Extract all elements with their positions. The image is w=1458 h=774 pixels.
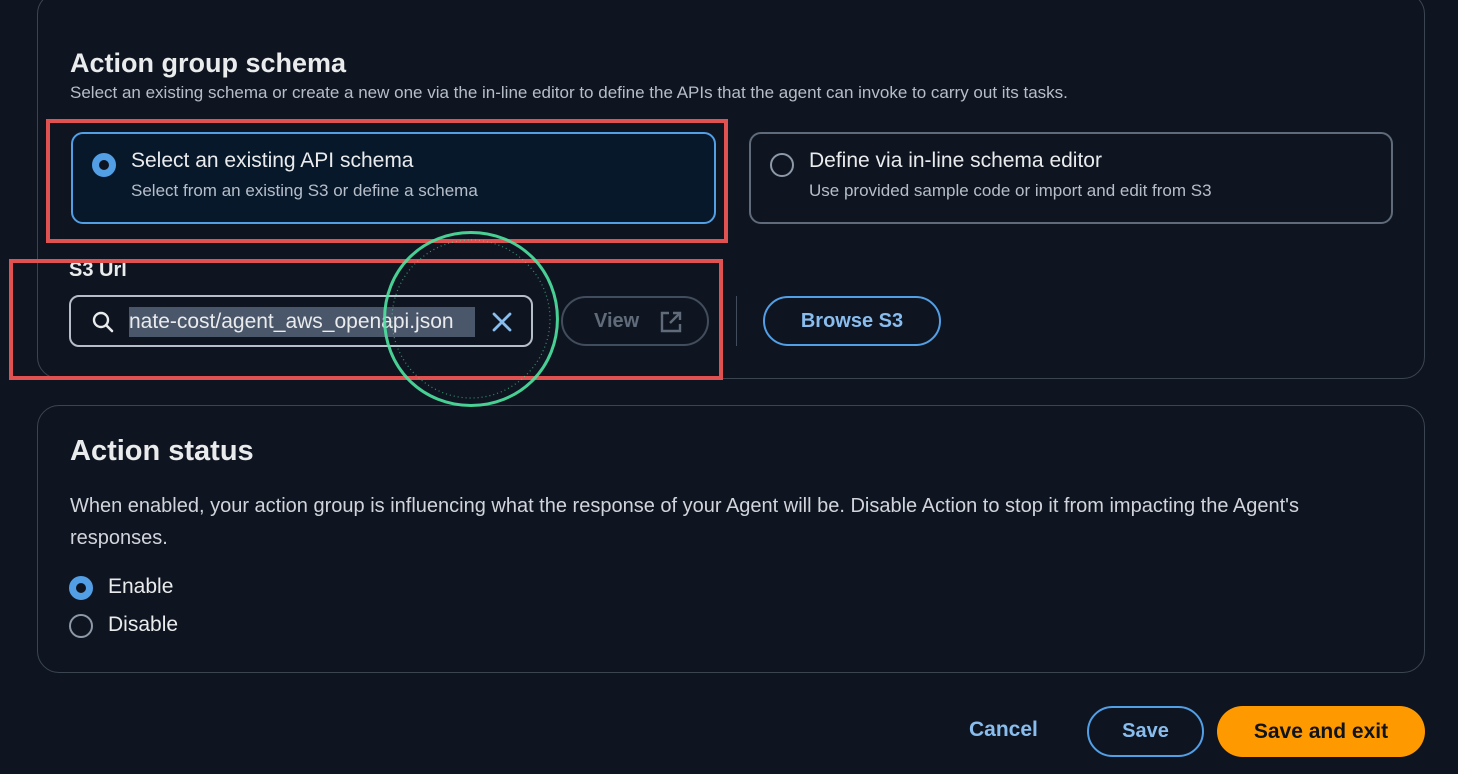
external-link-icon: [659, 310, 683, 340]
search-icon: [91, 310, 115, 339]
option-title: Define via in-line schema editor: [809, 149, 1102, 172]
option-title: Select an existing API schema: [131, 149, 414, 172]
radio-selected-icon[interactable]: [69, 576, 93, 600]
s3-url-label: S3 Url: [69, 259, 127, 281]
radio-enable-label: Enable: [108, 575, 174, 598]
action-status-panel: Action status When enabled, your action …: [37, 405, 1425, 673]
radio-selected-icon[interactable]: [92, 153, 116, 177]
action-status-title: Action status: [70, 435, 254, 467]
radio-unselected-icon[interactable]: [69, 614, 93, 638]
action-group-schema-title: Action group schema: [70, 48, 347, 78]
option-existing-api-schema[interactable]: Select an existing API schema Select fro…: [71, 132, 716, 224]
view-button[interactable]: View: [561, 296, 709, 346]
save-and-exit-button[interactable]: Save and exit: [1217, 706, 1425, 757]
cancel-button[interactable]: Cancel: [969, 718, 1038, 742]
radio-disable-label: Disable: [108, 613, 179, 636]
option-inline-schema-editor[interactable]: Define via in-line schema editor Use pro…: [749, 132, 1393, 224]
view-button-label: View: [594, 310, 640, 332]
s3-url-value[interactable]: nate-cost/agent_aws_openapi.json: [129, 307, 475, 337]
close-icon[interactable]: [489, 309, 515, 340]
option-subtitle: Use provided sample code or import and e…: [809, 181, 1212, 200]
browse-s3-button[interactable]: Browse S3: [763, 296, 941, 346]
save-button[interactable]: Save: [1087, 706, 1204, 757]
s3-url-input[interactable]: nate-cost/agent_aws_openapi.json: [69, 295, 533, 347]
radio-unselected-icon[interactable]: [770, 153, 794, 177]
option-subtitle: Select from an existing S3 or define a s…: [131, 181, 478, 200]
action-group-schema-description: Select an existing schema or create a ne…: [70, 83, 1068, 102]
action-status-description: When enabled, your action group is influ…: [70, 495, 1299, 549]
divider: [736, 296, 737, 346]
